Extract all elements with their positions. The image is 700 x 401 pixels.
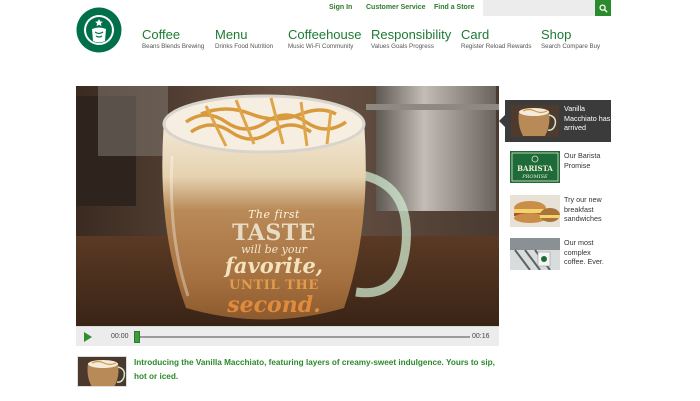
search-icon [598,3,608,13]
nav-coffeehouse[interactable]: Coffeehouse Music Wi-Fi Community [288,27,362,51]
nav-subtitle: Drinks Food Nutrition [215,43,274,50]
sidebar-item-breakfast-sandwiches[interactable]: Try our new breakfast sandwiches [510,195,610,229]
progress-track[interactable] [136,336,470,338]
sidebar-item-complex-coffee[interactable]: Our most complex coffee. Ever. [510,238,610,272]
search-button[interactable] [595,0,611,16]
nav-title: Card [461,27,490,42]
headline-line-favorite: favorite, [224,253,324,278]
nav-title: Shop [541,27,572,42]
sidebar-item-label: Try our new breakfast sandwiches [564,195,602,223]
play-icon[interactable] [84,332,92,342]
barista-badge-text: BARISTA [517,164,553,173]
nav-title: Coffee [142,27,181,42]
barista-promise-badge-image: BARISTA PROMISE [510,151,560,183]
sidebar-item-label: Our most complex coffee. Ever. [564,238,604,266]
progress-handle[interactable] [134,331,140,343]
search-input[interactable] [483,0,595,16]
sidebar-thumbnail [510,195,560,227]
breakfast-sandwich-image [510,195,560,227]
nav-subtitle: Register Reload Rewards [461,43,532,50]
headline-line-second: second. [227,292,321,318]
starbucks-siren-icon [76,7,122,53]
search-box [483,0,611,16]
macchiato-thumbnail-image [511,105,559,137]
sidebar-item-label: Vanilla Macchiato has arrived [564,104,611,132]
starbucks-logo[interactable] [76,7,122,53]
current-time: 00:00 [111,333,129,340]
sidebar-thumbnail [511,105,559,137]
nav-subtitle: Beans Blends Brewing [142,43,205,50]
sidebar-thumbnail: BARISTA PROMISE [510,151,560,183]
headline-line-until: UNTIL THE [229,278,319,293]
duration: 00:16 [472,333,490,340]
nav-title: Responsibility [371,27,452,42]
nav-title: Coffeehouse [288,27,362,42]
nav-responsibility[interactable]: Responsibility Values Goals Progress [371,27,451,51]
sidebar-item-barista-promise[interactable]: BARISTA PROMISE Our Barista Promise [510,151,610,185]
find-a-store-link[interactable]: Find a Store [434,4,474,11]
hero-headline: The first TASTE will be your favorite, U… [214,200,334,316]
caption-thumbnail[interactable] [77,356,127,387]
customer-service-link[interactable]: Customer Service [366,4,426,11]
nav-subtitle: Search Compare Buy [541,43,601,50]
video-caption: Introducing the Vanilla Macchiato, featu… [134,358,495,381]
nav-coffee[interactable]: Coffee Beans Blends Brewing [142,27,204,51]
nav-subtitle: Values Goals Progress [371,43,434,50]
nav-menu[interactable]: Menu Drinks Food Nutrition [215,27,273,51]
nav-subtitle: Music Wi-Fi Community [288,43,354,50]
sign-in-link[interactable]: Sign In [329,4,352,11]
macchiato-thumbnail-image [78,357,126,386]
hero-video[interactable]: The first TASTE will be your favorite, U… [76,86,499,326]
nav-title: Menu [215,27,248,42]
nav-shop[interactable]: Shop Search Compare Buy [541,27,600,51]
sidebar-item-vanilla-macchiato[interactable]: Vanilla Macchiato has arrived [499,100,611,142]
sidebar-item-label: Our Barista Promise [564,151,601,170]
video-controls: 00:00 00:16 [76,326,499,346]
nav-card[interactable]: Card Register Reload Rewards [461,27,532,51]
coffee-press-image [510,238,560,270]
promise-badge-text: PROMISE [521,174,548,180]
headline-line-taste: The first TASTE [232,208,316,246]
sidebar-thumbnail [510,238,560,270]
